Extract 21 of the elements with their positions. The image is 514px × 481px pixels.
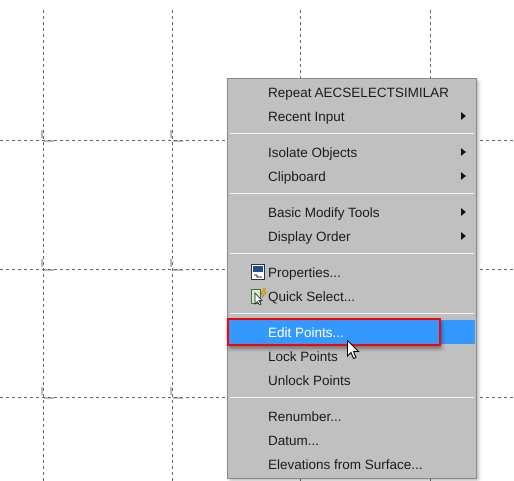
menu-item[interactable]: Quick Select... [229, 284, 475, 308]
menu-item[interactable]: Clipboard [229, 164, 475, 188]
menu-item[interactable]: Isolate Objects [229, 140, 475, 164]
menu-item[interactable]: Elevations from Surface... [229, 452, 475, 476]
menu-item[interactable]: Unlock Points [229, 368, 475, 392]
submenu-arrow-icon [461, 148, 466, 156]
submenu-arrow-icon [461, 112, 466, 120]
submenu-arrow-icon [461, 232, 466, 240]
menu-item[interactable]: Datum... [229, 428, 475, 452]
submenu-arrow-icon [461, 208, 466, 216]
mouse-pointer-icon [347, 340, 360, 360]
menu-item[interactable]: Lock Points [229, 344, 475, 368]
menu-item[interactable]: Renumber... [229, 404, 475, 428]
menu-item[interactable]: Display Order [229, 224, 475, 248]
quick-select-icon [251, 288, 267, 305]
menu-item[interactable]: Properties... [229, 260, 475, 284]
menu-item[interactable]: Repeat AECSELECTSIMILAR [229, 80, 475, 104]
menu-item[interactable]: Recent Input [229, 104, 475, 128]
properties-icon [251, 264, 266, 280]
submenu-arrow-icon [461, 172, 466, 180]
menu-item[interactable]: Basic Modify Tools [229, 200, 475, 224]
